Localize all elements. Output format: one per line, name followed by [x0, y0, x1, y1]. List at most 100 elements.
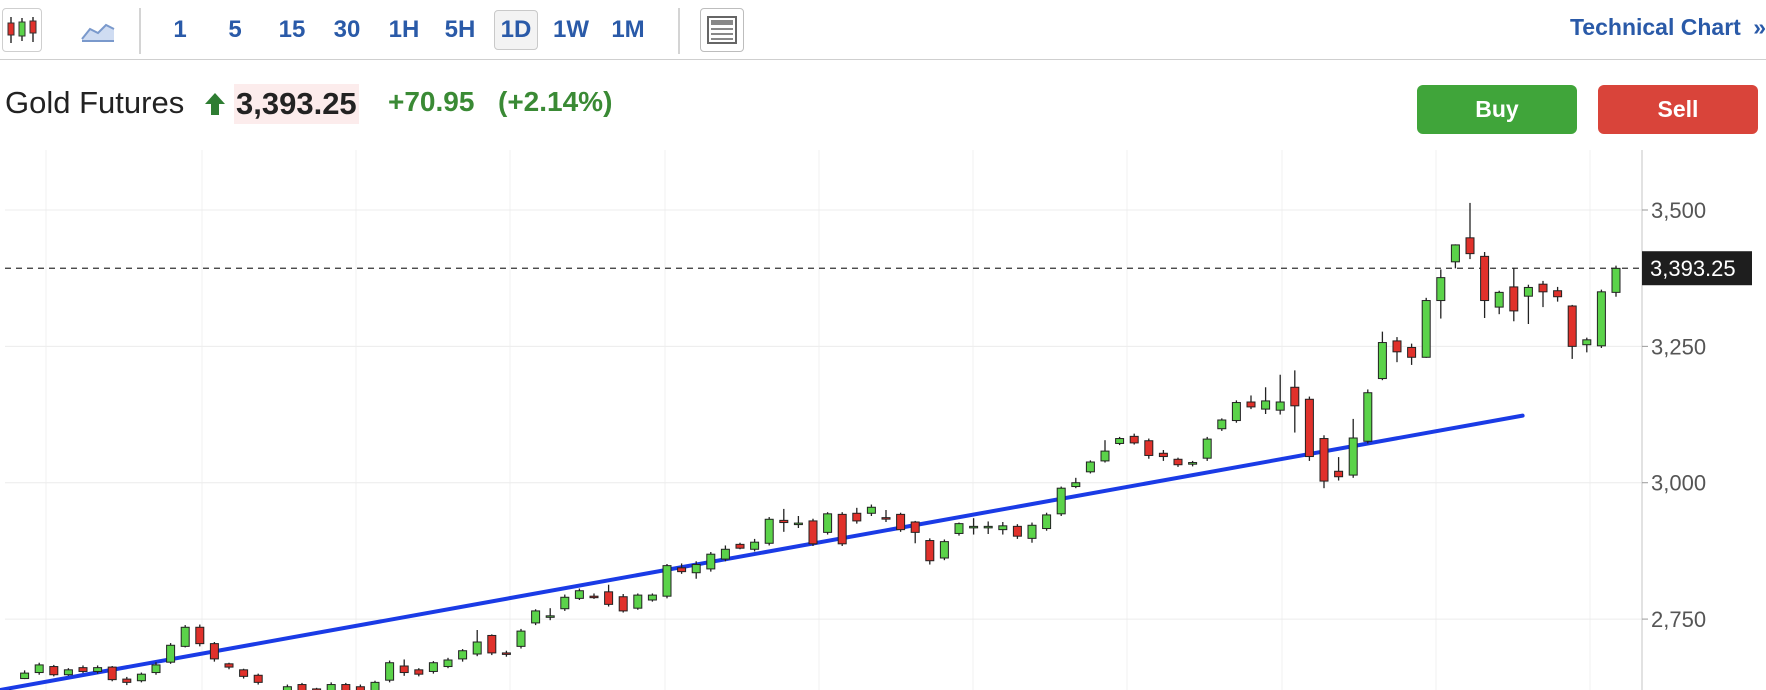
- candle-down: [1407, 346, 1417, 358]
- candle-up: [764, 518, 774, 544]
- candle-down: [78, 667, 88, 672]
- candle-down: [107, 666, 117, 681]
- sell-button[interactable]: Sell: [1598, 85, 1758, 134]
- candle-up: [662, 565, 672, 597]
- candle-up: [1231, 402, 1241, 422]
- candle-up: [574, 590, 584, 599]
- candle-down: [677, 567, 687, 573]
- candle-up: [1027, 524, 1037, 539]
- timeframe-1m[interactable]: 1M: [608, 10, 648, 50]
- timeframe-30[interactable]: 30: [329, 10, 365, 50]
- timeframe-5[interactable]: 5: [220, 10, 250, 50]
- candle-up: [939, 541, 949, 559]
- candle-up: [954, 523, 964, 534]
- candle-up: [1494, 291, 1504, 308]
- candle-down: [735, 543, 745, 549]
- last-price: 3,393.25: [234, 84, 359, 124]
- candle-up: [1056, 487, 1066, 515]
- candle-down: [1567, 305, 1577, 347]
- candle-down: [779, 519, 789, 524]
- candle-up: [720, 548, 730, 560]
- axis-tick-label: 3,500: [1651, 198, 1706, 223]
- candle-up: [1363, 392, 1373, 442]
- price-change: +70.95: [388, 86, 475, 117]
- candle-down: [1012, 525, 1022, 537]
- candle-down: [253, 674, 263, 683]
- candle-up: [1275, 401, 1285, 411]
- area-chart-icon[interactable]: [78, 8, 118, 52]
- candle-up: [1202, 438, 1212, 459]
- timeframe-15[interactable]: 15: [274, 10, 310, 50]
- candle-down: [224, 663, 234, 668]
- candle-up: [545, 615, 555, 618]
- candle-up: [633, 594, 643, 609]
- candle-up: [969, 525, 979, 529]
- candle-down: [1465, 237, 1475, 255]
- candle-up: [1596, 291, 1606, 347]
- candle-down: [1538, 283, 1548, 293]
- candle-down: [896, 513, 906, 531]
- timeframe-5h[interactable]: 5H: [440, 10, 480, 50]
- candle-up: [998, 525, 1008, 531]
- timeframe-1d[interactable]: 1D: [494, 10, 538, 50]
- candle-up: [750, 541, 760, 550]
- candle-down: [501, 652, 511, 655]
- candle-up: [370, 681, 380, 690]
- candle-up: [983, 525, 993, 529]
- axis-tick-label: 3,000: [1651, 471, 1706, 496]
- candle-up: [180, 626, 190, 647]
- candle-down: [239, 669, 249, 677]
- technical-chart-link[interactable]: Technical Chart »: [1570, 14, 1766, 41]
- timeframe-1w[interactable]: 1W: [551, 10, 591, 50]
- timeframe-1h[interactable]: 1H: [386, 10, 422, 50]
- candle-up: [428, 662, 438, 672]
- candle-down: [881, 517, 891, 520]
- candle-down: [1144, 440, 1154, 456]
- candle-down: [1334, 470, 1344, 478]
- technical-chart-label: Technical Chart: [1569, 14, 1741, 40]
- candle-down: [1509, 286, 1519, 312]
- candle-up: [166, 644, 176, 663]
- axis-tick-label: 3,250: [1651, 334, 1706, 359]
- candle-up: [1421, 300, 1431, 358]
- candle-down: [122, 678, 132, 683]
- candle-up: [1611, 267, 1621, 293]
- candle-down: [589, 595, 599, 599]
- candle-down: [925, 540, 935, 562]
- candle-up: [1071, 482, 1081, 488]
- buy-button[interactable]: Buy: [1417, 85, 1577, 134]
- candle-down: [341, 684, 351, 690]
- timeframe-1[interactable]: 1: [165, 10, 195, 50]
- price-chart[interactable]: 2,750 3,000 3,250 3,500 3,393.25: [0, 150, 1766, 690]
- axis-tick-label: 2,750: [1651, 607, 1706, 632]
- candle-down: [1290, 386, 1300, 407]
- candle-down: [1129, 435, 1139, 444]
- current-price-tag-label: 3,393.25: [1650, 256, 1736, 281]
- arrow-up-icon: [205, 93, 225, 115]
- candle-up: [1436, 277, 1446, 302]
- candle-down: [618, 596, 628, 612]
- candle-up: [1450, 244, 1460, 263]
- candle-up: [1100, 450, 1110, 462]
- toolbar-separator: [678, 8, 680, 54]
- candle-up: [531, 610, 541, 624]
- toolbar-separator: [139, 8, 141, 54]
- toolbar: 1 5 15 30 1H 5H 1D 1W 1M Technical Chart…: [0, 0, 1766, 60]
- candle-up: [472, 641, 482, 655]
- candlestick-icon[interactable]: [2, 8, 42, 52]
- instrument-title: Gold Futures: [5, 85, 185, 120]
- candle-up: [1348, 437, 1358, 476]
- candle-down: [49, 666, 59, 676]
- price-axis: 2,750 3,000 3,250 3,500 3,393.25: [1642, 198, 1752, 632]
- candle-down: [1246, 401, 1256, 408]
- candle-down: [1173, 458, 1183, 466]
- candle-down: [1480, 255, 1490, 302]
- candle-down: [1304, 398, 1314, 458]
- candle-down: [399, 665, 409, 674]
- candle-up: [34, 664, 44, 674]
- candle-up: [20, 672, 30, 680]
- price-change-percent: (+2.14%): [498, 86, 613, 117]
- candle-down: [1553, 290, 1563, 298]
- candle-up: [443, 659, 453, 668]
- layout-icon[interactable]: [700, 8, 744, 52]
